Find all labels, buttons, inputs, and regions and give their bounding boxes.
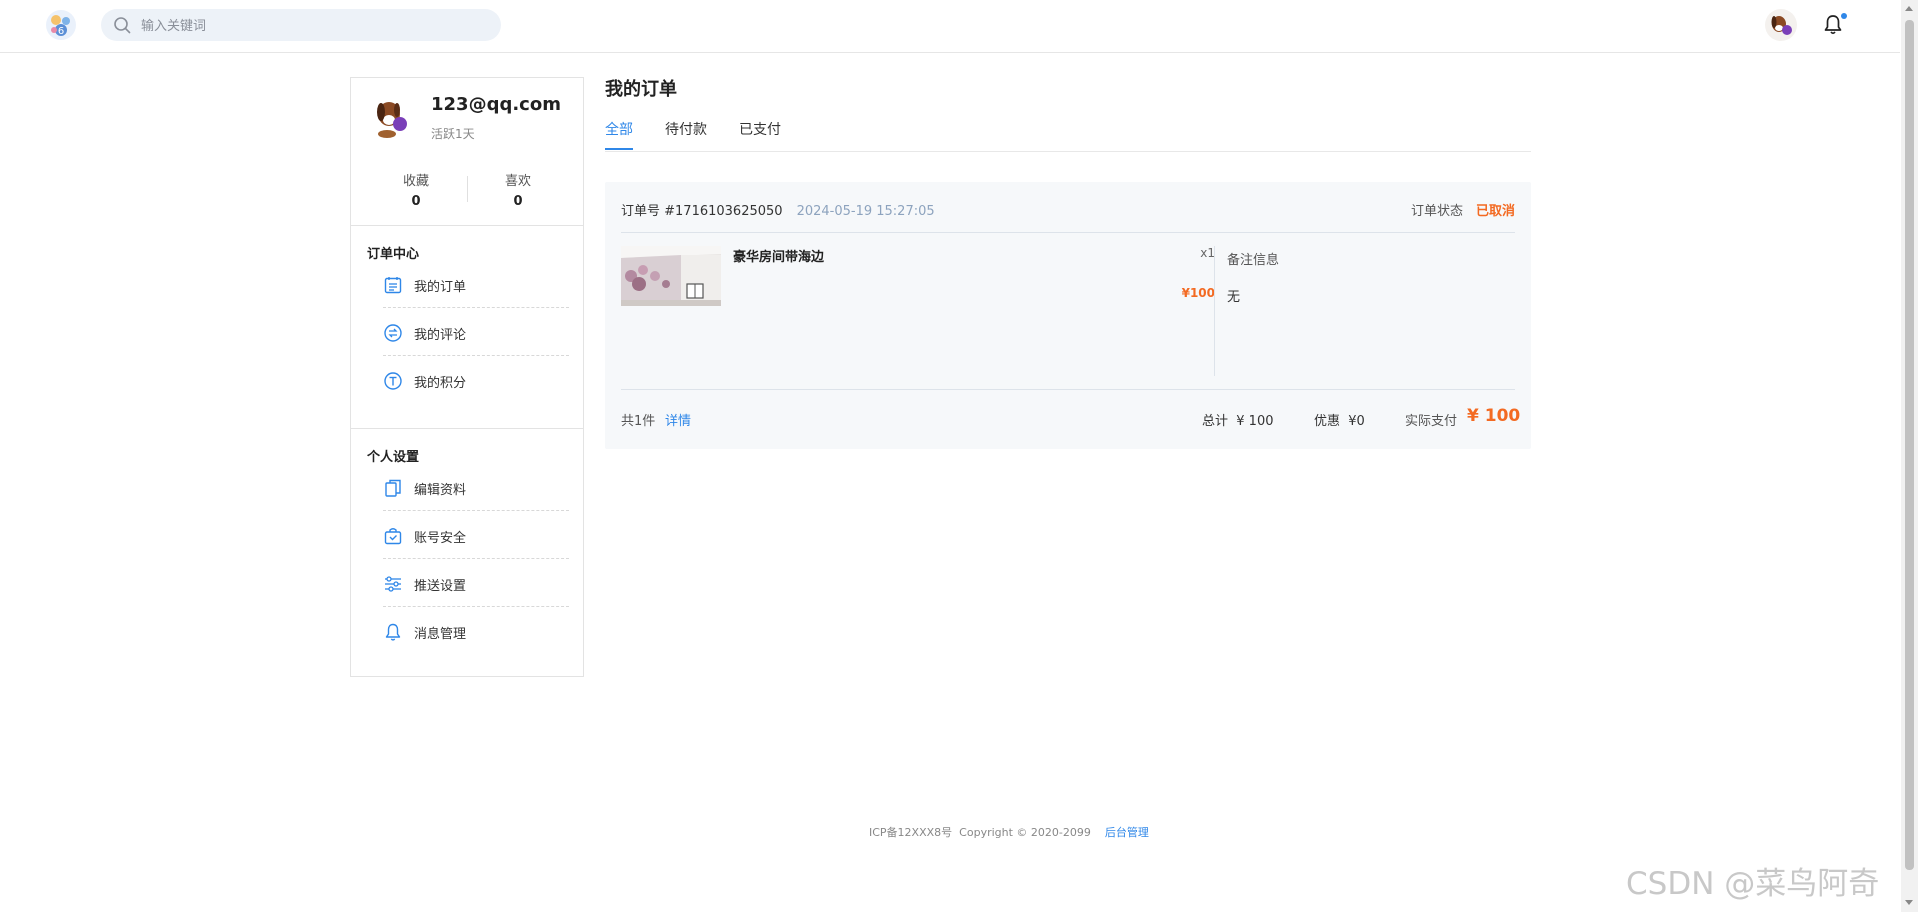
divider xyxy=(621,389,1515,390)
sidebar-item-label: 消息管理 xyxy=(414,627,467,642)
vertical-scrollbar[interactable] xyxy=(1901,0,1918,912)
total-value: ¥ 100 xyxy=(1236,414,1274,429)
top-navbar: 6 xyxy=(0,0,1900,53)
points-t-icon xyxy=(384,372,402,390)
sidebar-item-message-management[interactable]: 消息管理 xyxy=(383,607,569,655)
vertical-divider xyxy=(1214,246,1215,376)
personal-settings-group: 个人设置 编辑资料 账号安全 推送设置 消息管理 xyxy=(351,429,583,655)
site-logo-icon[interactable]: 6 xyxy=(44,8,78,42)
scroll-up-arrow-icon[interactable] xyxy=(1905,6,1913,11)
sidebar-item-label: 我的积分 xyxy=(414,376,467,391)
likes-stat[interactable]: 喜欢 0 xyxy=(478,170,558,209)
sidebar-item-push-settings[interactable]: 推送设置 xyxy=(383,559,569,607)
divider xyxy=(621,232,1515,233)
scrollbar-thumb[interactable] xyxy=(1905,20,1914,870)
main-content: 我的订单 全部 待付款 已支付 订单号 #1716103625050 2024-0… xyxy=(605,75,1531,449)
profile-avatar xyxy=(367,92,417,142)
search-icon xyxy=(114,17,131,34)
order-center-title: 订单中心 xyxy=(367,247,420,262)
note-value: 无 xyxy=(1227,290,1241,305)
search-input[interactable] xyxy=(139,9,483,43)
stats-divider xyxy=(467,176,468,202)
order-card: 订单号 #1716103625050 2024-05-19 15:27:05 订单… xyxy=(605,182,1531,449)
paid-amount: ¥ 100 xyxy=(1467,406,1521,426)
order-center-group: 订单中心 我的订单 我的评论 我的积分 xyxy=(351,226,583,429)
page-footer: ICP备12XXX8号 Copyright © 2020-2099 后台管理 xyxy=(869,824,1149,840)
paid-label: 实际支付 xyxy=(1405,414,1458,429)
notification-dot xyxy=(1841,13,1847,19)
product-price: ¥100 xyxy=(1181,286,1215,300)
user-avatar[interactable] xyxy=(1764,8,1798,42)
note-title: 备注信息 xyxy=(1227,253,1280,268)
sidebar-item-my-orders[interactable]: 我的订单 xyxy=(383,260,569,308)
personal-settings-title: 个人设置 xyxy=(367,450,420,465)
active-tab-indicator xyxy=(605,148,633,150)
watermark: CSDN @菜鸟阿奇 xyxy=(1626,866,1880,902)
sidebar-item-edit-profile[interactable]: 编辑资料 xyxy=(383,463,569,511)
sidebar-item-label: 账号安全 xyxy=(414,531,467,546)
product-quantity: x1 xyxy=(1200,246,1215,260)
sidebar-item-my-comments[interactable]: 我的评论 xyxy=(383,308,569,356)
comment-swap-icon xyxy=(384,324,402,342)
order-total: 总计 ¥ 100 xyxy=(1202,410,1274,429)
admin-link[interactable]: 后台管理 xyxy=(1105,826,1149,839)
product-thumbnail[interactable] xyxy=(621,246,721,306)
svg-text:6: 6 xyxy=(58,26,64,37)
bell-icon xyxy=(385,623,401,641)
product-name[interactable]: 豪华房间带海边 xyxy=(733,246,824,265)
order-status-badge: 已取消 xyxy=(1475,204,1515,219)
shield-bag-icon xyxy=(384,528,402,545)
scroll-down-arrow-icon[interactable] xyxy=(1905,900,1913,905)
order-datetime: 2024-05-19 15:27:05 xyxy=(796,204,935,219)
total-label: 总计 xyxy=(1202,414,1229,429)
favorites-stat[interactable]: 收藏 0 xyxy=(376,170,456,209)
order-number-prefix: 订单号 xyxy=(621,204,665,219)
tab-pending-payment[interactable]: 待付款 xyxy=(665,119,707,139)
sidebar-item-account-security[interactable]: 账号安全 xyxy=(383,511,569,559)
order-header: 订单号 #1716103625050 2024-05-19 15:27:05 xyxy=(621,200,935,219)
sliders-icon xyxy=(385,576,401,592)
calendar-list-icon xyxy=(384,277,402,294)
favorites-count: 0 xyxy=(411,194,421,209)
sidebar-item-label: 我的评论 xyxy=(414,328,467,343)
profile-card: 123@qq.com 活跃1天 收藏 0 喜欢 0 xyxy=(351,78,583,226)
discount-value: ¥0 xyxy=(1348,414,1365,429)
profile-email: 123@qq.com xyxy=(431,94,561,115)
likes-label: 喜欢 xyxy=(504,174,531,189)
order-tabs: 全部 待付款 已支付 xyxy=(605,113,1531,152)
profile-stats: 收藏 0 喜欢 0 xyxy=(351,170,583,214)
favorites-label: 收藏 xyxy=(402,174,429,189)
notification-bell-icon[interactable] xyxy=(1823,14,1843,36)
item-count: 共1件 xyxy=(621,414,656,429)
order-discount: 优惠 ¥0 xyxy=(1314,410,1365,429)
order-number: #1716103625050 xyxy=(664,204,783,219)
sidebar-item-label: 我的订单 xyxy=(414,280,467,295)
order-detail-link[interactable]: 详情 xyxy=(665,410,691,429)
order-status-label: 订单状态 xyxy=(1410,204,1463,219)
copy-document-icon xyxy=(385,479,401,497)
discount-label: 优惠 xyxy=(1314,414,1341,429)
tab-paid[interactable]: 已支付 xyxy=(739,119,781,139)
search-box[interactable] xyxy=(101,9,501,43)
user-sidebar: 123@qq.com 活跃1天 收藏 0 喜欢 0 订单中心 我的订单 我的评论… xyxy=(350,77,584,677)
likes-count: 0 xyxy=(513,194,523,209)
copyright-text: Copyright © 2020-2099 xyxy=(959,826,1091,839)
page-title: 我的订单 xyxy=(605,79,677,100)
tab-all[interactable]: 全部 xyxy=(605,119,633,139)
sidebar-item-label: 推送设置 xyxy=(414,579,467,594)
profile-active-days: 活跃1天 xyxy=(431,127,475,141)
icp-number: ICP备12XXX8号 xyxy=(869,826,953,839)
sidebar-item-label: 编辑资料 xyxy=(414,483,467,498)
sidebar-item-my-points[interactable]: 我的积分 xyxy=(383,356,569,404)
